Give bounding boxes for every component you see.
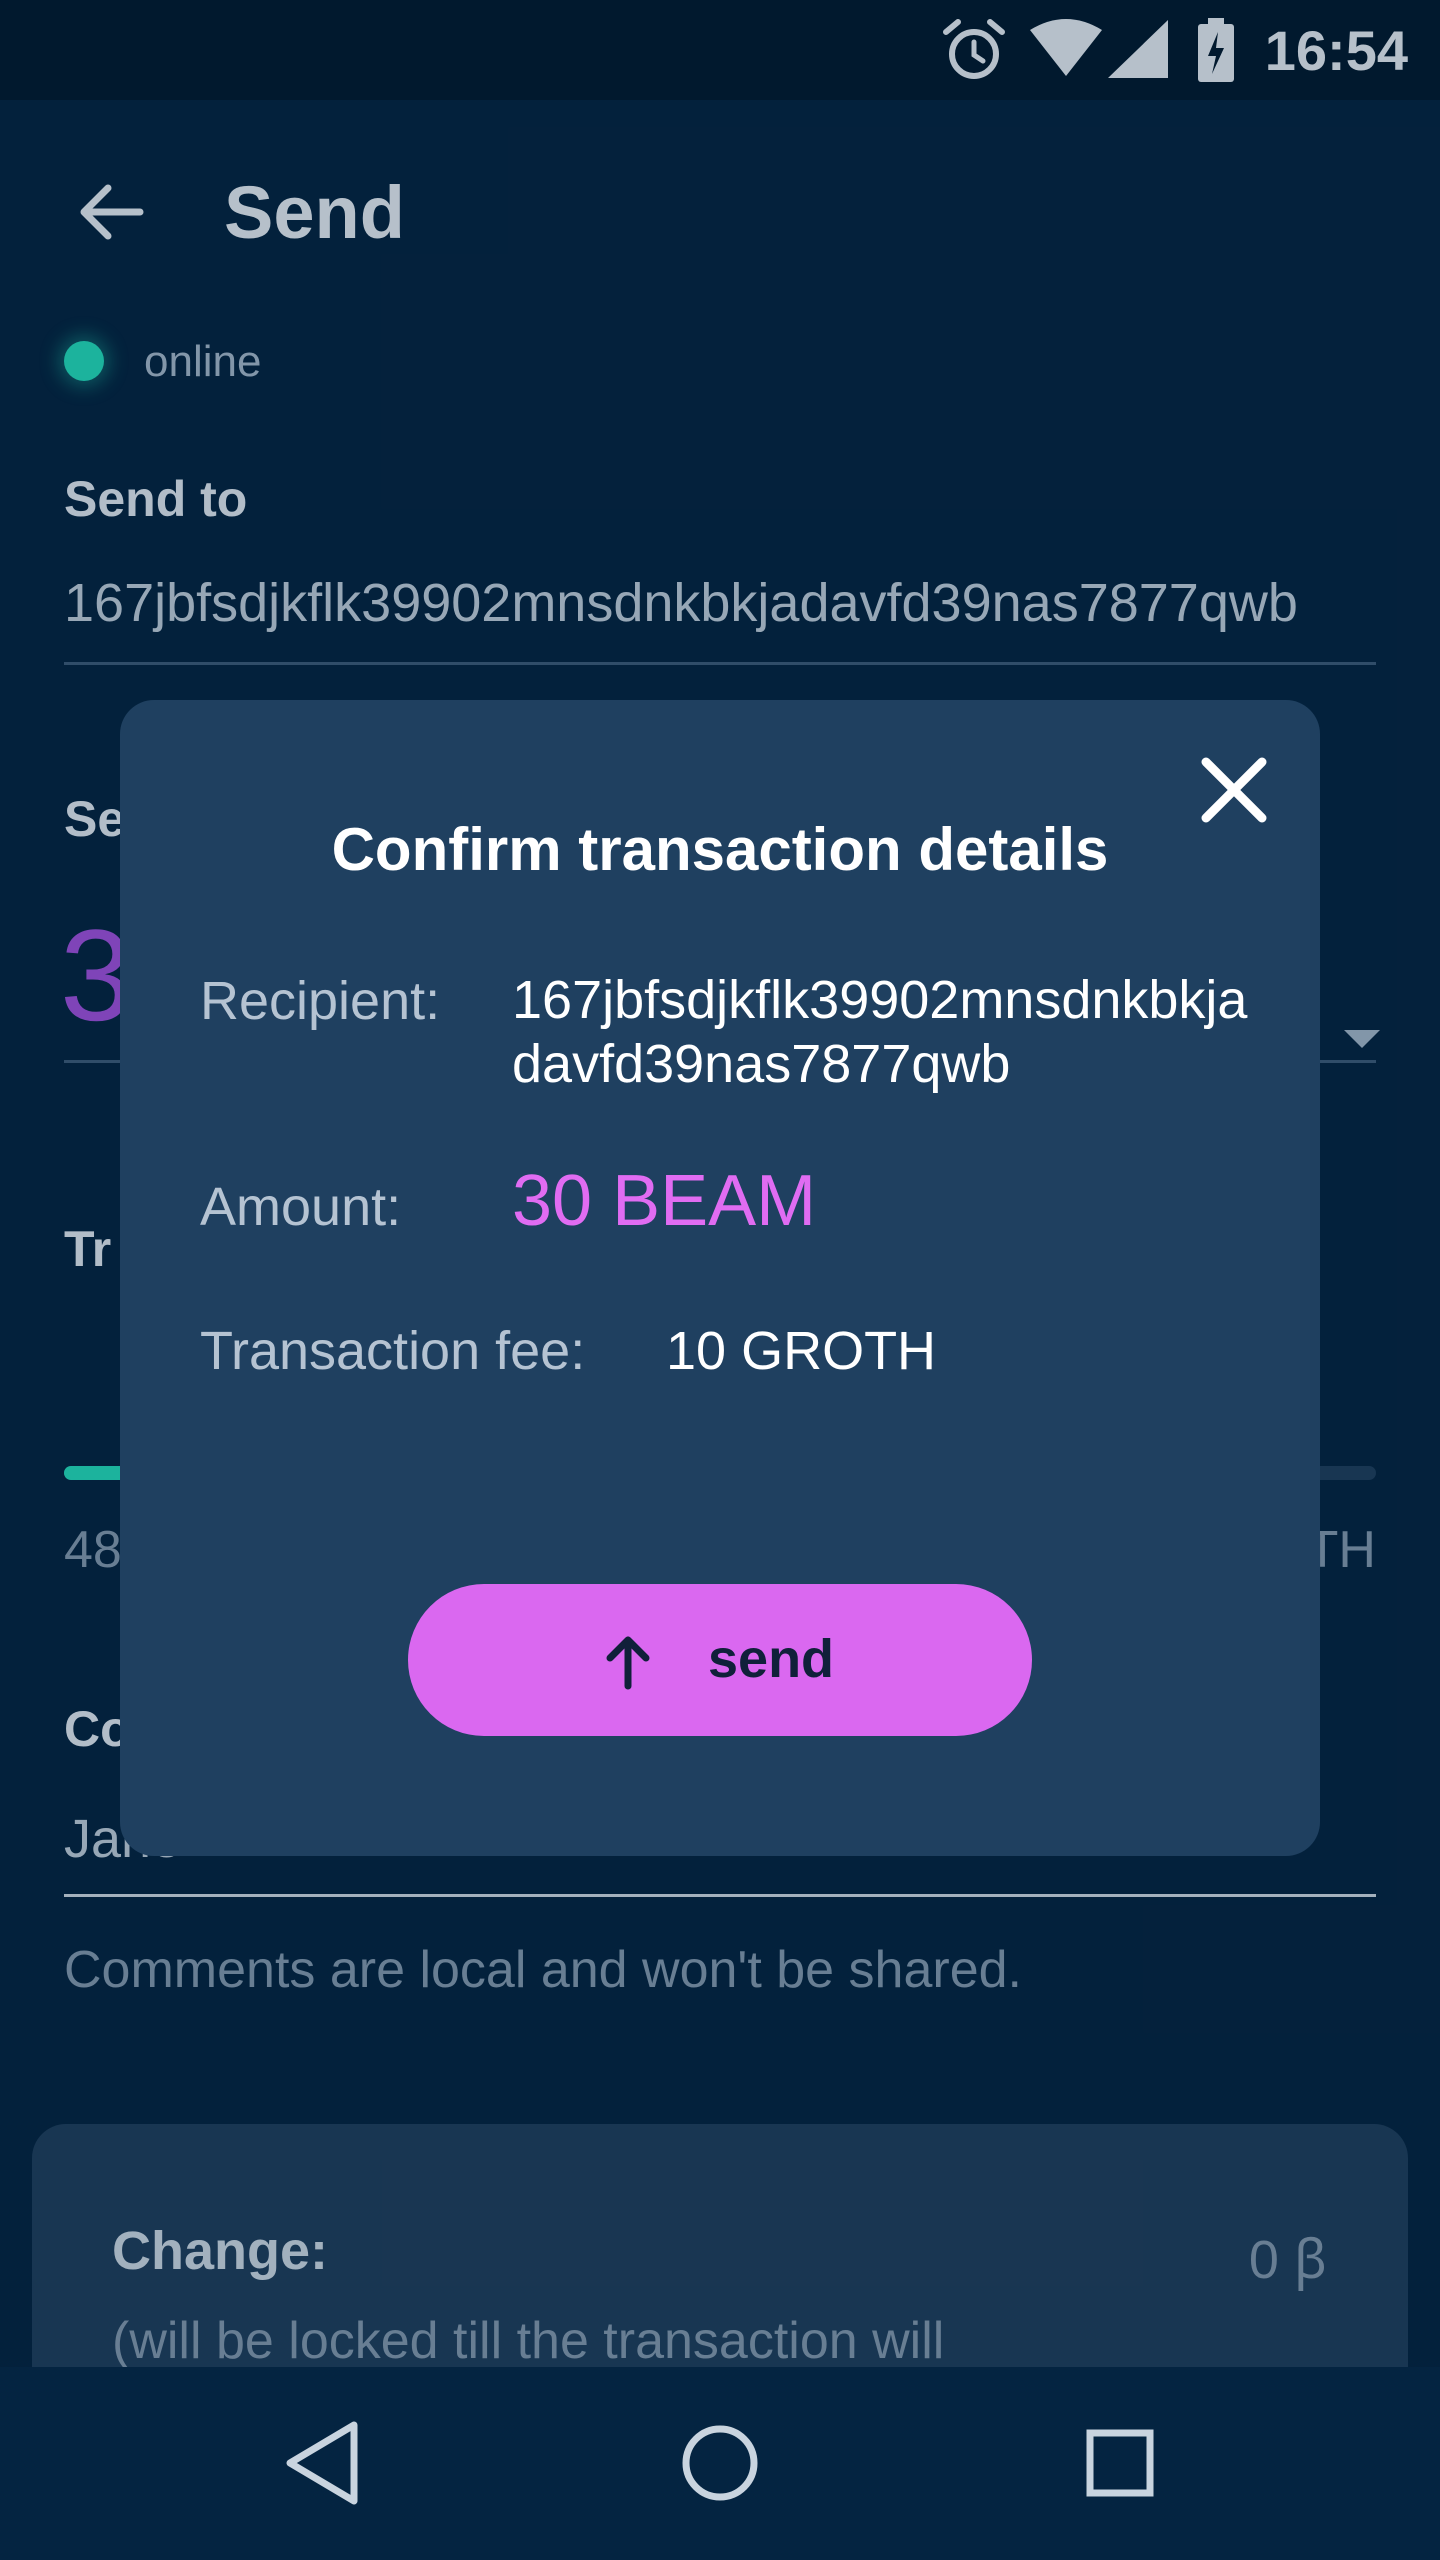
dialog-title: Confirm transaction details	[331, 816, 1109, 883]
nav-home-icon[interactable]	[660, 2403, 780, 2523]
recipient-label: Recipient:	[200, 971, 441, 1031]
arrow-up-icon	[606, 1636, 650, 1690]
fee-label: Transaction fee:	[200, 1321, 586, 1381]
send-button-label: send	[708, 1629, 835, 1689]
recipient-value: 167jbfsdjkflk39902mnsdnkbkjadavfd39nas78…	[512, 970, 1248, 1094]
nav-back-icon[interactable]	[262, 2403, 382, 2523]
nav-recents-icon[interactable]	[1060, 2403, 1180, 2523]
send-button[interactable]: send	[408, 1584, 1032, 1736]
amount-value: 30 BEAM	[512, 1161, 817, 1241]
fee-value: 10 GROTH	[666, 1321, 937, 1381]
navigation-bar	[0, 2367, 1440, 2560]
amount-label: Amount:	[200, 1177, 402, 1237]
confirm-transaction-dialog: Confirm transaction details Recipient: 1…	[120, 700, 1320, 1856]
